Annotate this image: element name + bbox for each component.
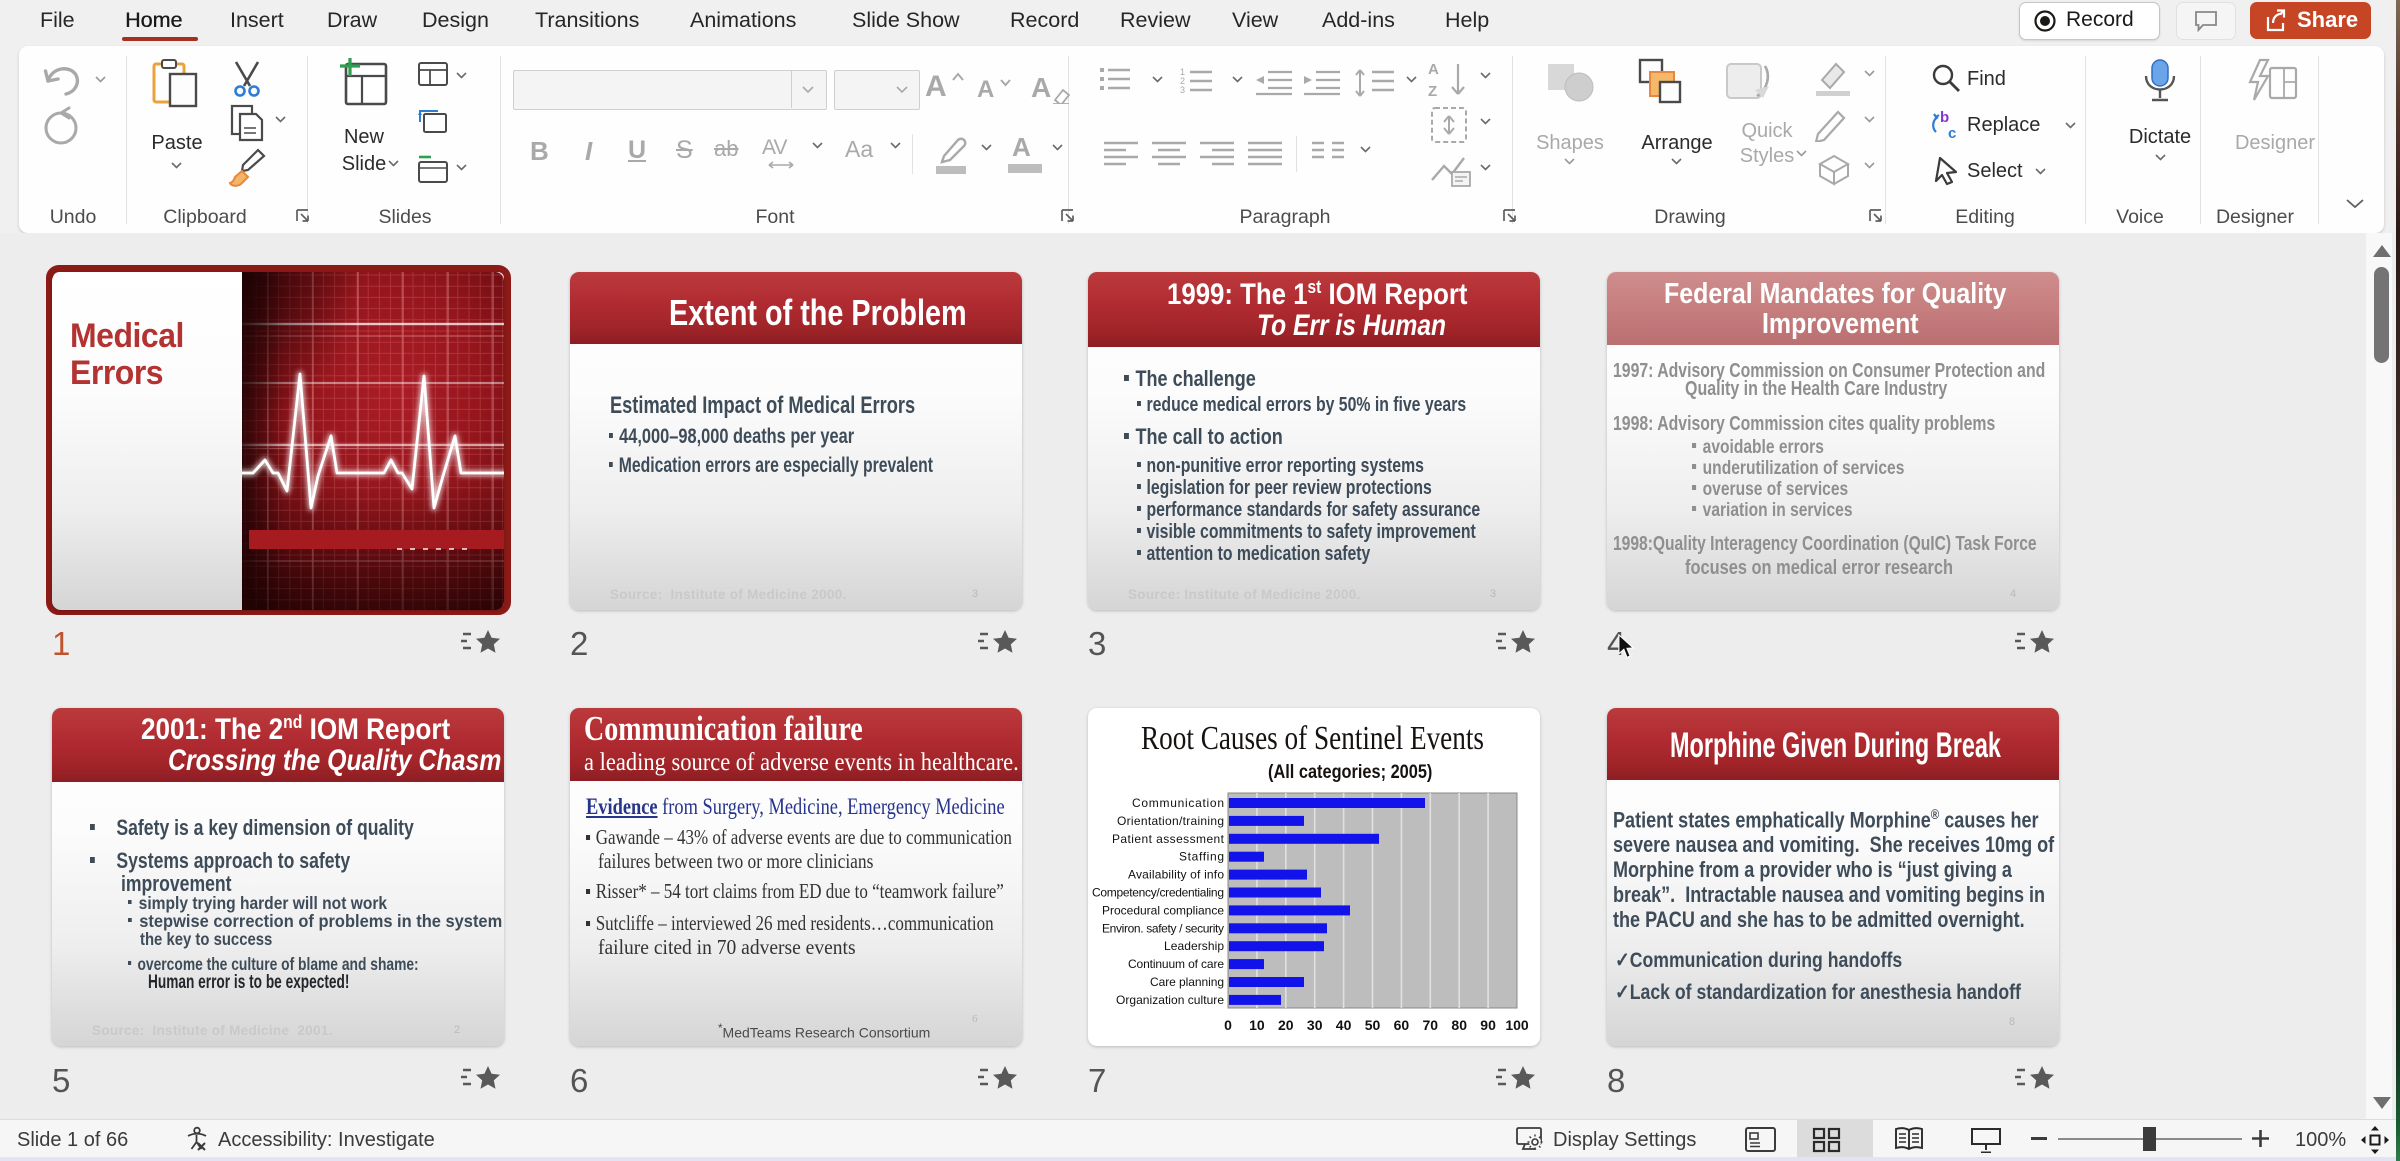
svg-text:Orientation/training: Orientation/training: [1117, 814, 1224, 828]
svg-text:90: 90: [1480, 1017, 1496, 1033]
svg-text:30: 30: [1307, 1017, 1323, 1033]
svg-text:Z: Z: [1428, 83, 1437, 100]
svg-text:3: 3: [1180, 85, 1185, 95]
svg-text:100: 100: [1505, 1017, 1529, 1033]
svg-text:80: 80: [1451, 1017, 1467, 1033]
svg-text:40: 40: [1336, 1017, 1352, 1033]
svg-text:Environ. safety / security: Environ. safety / security: [1102, 921, 1224, 935]
svg-text:10: 10: [1249, 1017, 1265, 1033]
svg-text:Organization culture: Organization culture: [1116, 993, 1224, 1007]
svg-text:b: b: [1940, 109, 1949, 126]
svg-text:Leadership: Leadership: [1164, 939, 1224, 953]
svg-text:50: 50: [1365, 1017, 1381, 1033]
svg-text:Patient assessment: Patient assessment: [1112, 832, 1225, 846]
svg-text:Care planning: Care planning: [1150, 975, 1224, 989]
svg-text:Staffing: Staffing: [1179, 850, 1224, 864]
svg-text:Continuum of care: Continuum of care: [1128, 957, 1224, 971]
svg-text:Procedural compliance: Procedural compliance: [1102, 903, 1224, 917]
svg-text:Availability of info: Availability of info: [1128, 868, 1224, 882]
svg-text:c: c: [1948, 125, 1956, 142]
svg-text:0: 0: [1224, 1017, 1232, 1033]
svg-text:Competency/credentialing: Competency/credentialing: [1092, 886, 1224, 900]
svg-text:Communication: Communication: [1132, 796, 1224, 810]
svg-text:70: 70: [1423, 1017, 1439, 1033]
svg-text:60: 60: [1394, 1017, 1410, 1033]
svg-text:20: 20: [1278, 1017, 1294, 1033]
svg-text:A: A: [1428, 61, 1439, 78]
